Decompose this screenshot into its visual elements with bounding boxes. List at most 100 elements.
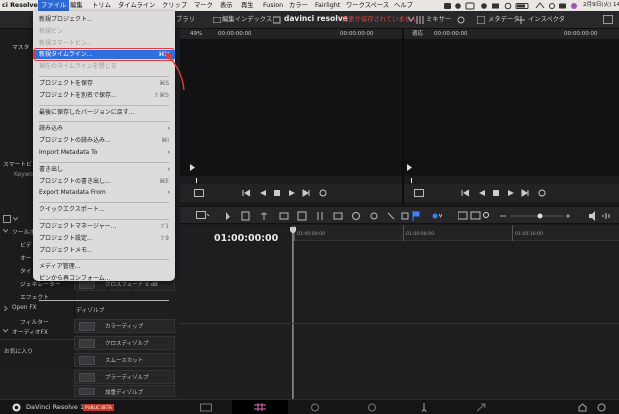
toolbox-item[interactable]: ツールボ xyxy=(12,227,35,236)
file-menu-item[interactable]: 最後に保存したバージョンに戻す... xyxy=(33,108,175,117)
menu-clip[interactable]: クリップ xyxy=(162,0,187,11)
source-zoom[interactable]: 49% xyxy=(190,29,202,39)
file-menu-item[interactable]: 新規プロジェクト... xyxy=(33,15,175,24)
transport-controls[interactable] xyxy=(241,189,329,197)
zoom-tools[interactable] xyxy=(458,210,490,221)
flag-icon[interactable] xyxy=(412,211,420,221)
file-menu-item[interactable]: 書き出し › xyxy=(33,165,175,174)
file-menu-item[interactable]: クイックエクスポート... xyxy=(33,205,175,214)
tab-metadata[interactable]: メタデータ xyxy=(488,14,519,25)
viewer-mode-icon[interactable] xyxy=(414,189,427,197)
chevron-down-icon[interactable] xyxy=(408,17,414,22)
effect-additive-dissolve[interactable]: 加重ディゾルブ xyxy=(74,385,175,397)
file-menu-item[interactable]: easyDCP › xyxy=(33,303,175,312)
settings-icon[interactable] xyxy=(457,16,465,24)
effect-label: クロスディゾルブ xyxy=(105,341,149,347)
timeline-ruler[interactable]: 01:00:00:00 01:00:08:00 01:00:16:00 xyxy=(292,225,619,241)
file-menu-item[interactable]: プロジェクトメモ... xyxy=(33,246,175,255)
tab-inspector[interactable]: インスペクタ xyxy=(528,14,565,25)
effect-blur-dissolve[interactable]: ブラーディゾルブ xyxy=(74,370,175,384)
transport-controls[interactable] xyxy=(460,189,548,197)
menu-fusion[interactable]: Fusion xyxy=(263,0,283,11)
menu-separator xyxy=(39,76,169,77)
file-menu-item[interactable]: ビンから再コンフォーム... xyxy=(33,274,175,283)
tab-edit-index[interactable]: 編集インデックス xyxy=(222,14,272,25)
timeline-current-timecode[interactable]: 01:00:00:00 xyxy=(214,233,278,244)
source-viewer-header: 49% 00:00:00:00 00:00:00:00 xyxy=(180,29,402,39)
file-menu-item[interactable]: プロジェクトを別名で保存... ⇧⌘S xyxy=(33,91,175,100)
file-menu-item[interactable]: プロジェクト設定... ⇧9 xyxy=(33,234,175,243)
menu-separator xyxy=(39,299,169,301)
timeline-panel[interactable]: 01:00:00:00 01:00:00:00 01:00:08:00 01:0… xyxy=(180,225,619,399)
menu-edit[interactable]: 編集 xyxy=(70,0,83,11)
menubar-status-icons[interactable] xyxy=(444,2,604,10)
menu-item-label: Import Metadata To xyxy=(39,149,98,156)
tree-item-video[interactable]: ビデ xyxy=(20,240,32,249)
file-menu-item[interactable]: メディアストレージから再コンフォーム... xyxy=(33,286,175,295)
effect-dip-to-color[interactable]: カラーディップ xyxy=(74,319,175,333)
chevron-right-icon[interactable] xyxy=(4,306,8,311)
zoom-slider[interactable] xyxy=(500,212,570,220)
color-page-icon[interactable] xyxy=(367,403,377,412)
timeline-viewer[interactable] xyxy=(404,39,619,176)
effect-label: スムースカット xyxy=(105,358,144,364)
tree-item-titles[interactable]: タイ xyxy=(20,266,32,275)
file-menu-item[interactable]: Export Metadata From › xyxy=(33,188,175,197)
deliver-page-icon[interactable] xyxy=(476,403,486,412)
tree-item-filters[interactable]: フィルター xyxy=(20,317,49,326)
menu-view[interactable]: 表示 xyxy=(220,0,233,11)
source-viewer[interactable] xyxy=(180,39,402,176)
file-menu-item[interactable]: 読み込み › xyxy=(33,124,175,133)
layout-icon[interactable] xyxy=(196,211,210,220)
home-icon[interactable] xyxy=(578,403,587,412)
tab-media-pool[interactable]: ブラリ xyxy=(176,14,195,25)
file-menu-item[interactable]: プロジェクトの読み込み... ⌘I xyxy=(33,136,175,145)
menu-mark[interactable]: マーク xyxy=(194,0,213,11)
menu-item-label: プロジェクトメモ... xyxy=(39,246,93,254)
menu-item-label: プロジェクトを保存 xyxy=(39,80,94,87)
keywords-bin[interactable]: Keywo xyxy=(14,172,33,178)
panel-toggle-icon[interactable] xyxy=(603,15,613,24)
master-bin[interactable]: マスタ xyxy=(12,42,29,51)
effect-cross-dissolve[interactable]: クロスディゾルブ xyxy=(74,336,175,350)
file-menu-item[interactable]: プロジェクトの書き出し... ⌘E xyxy=(33,177,175,186)
audio-fx-item[interactable]: オーディオFX xyxy=(12,327,48,336)
audio-controls[interactable] xyxy=(588,211,612,221)
app-menu[interactable]: ci Resolve xyxy=(2,0,38,11)
panel-icon[interactable] xyxy=(3,215,11,223)
menu-item-label: メディアストレージから再コンフォーム... xyxy=(39,287,152,294)
media-page-icon[interactable] xyxy=(200,403,212,412)
menu-fairlight[interactable]: Fairlight xyxy=(315,0,340,11)
file-menu-item[interactable]: プロジェクトを保存 ⌘S xyxy=(33,79,175,88)
unsaved-warning: 変更が保存されていません xyxy=(342,16,418,23)
file-menu-item[interactable]: メディア管理... xyxy=(33,262,175,271)
marker-color-icon[interactable] xyxy=(432,213,442,219)
menu-item-label: プロジェクト設定... xyxy=(39,234,93,242)
fusion-page-icon[interactable] xyxy=(310,403,320,412)
timeline-scrubber[interactable] xyxy=(404,176,619,184)
viewer-mode-icon[interactable] xyxy=(194,189,207,197)
fairlight-page-icon[interactable] xyxy=(422,403,430,412)
settings-gear-icon[interactable] xyxy=(597,403,606,412)
source-scrubber[interactable] xyxy=(180,176,402,184)
tab-mixer[interactable]: ミキサー xyxy=(426,14,451,25)
chevron-down-icon[interactable] xyxy=(3,229,8,233)
file-menu-item[interactable]: プロジェクトマネージャー... ⇧1 xyxy=(33,222,175,231)
menu-playback[interactable]: 再生 xyxy=(241,0,254,11)
effect-smooth-cut[interactable]: スムースカット xyxy=(74,353,175,367)
menu-trim[interactable]: トリム xyxy=(92,0,111,11)
timeline-transport xyxy=(404,184,619,202)
menu-timeline[interactable]: タイムライン xyxy=(118,0,155,11)
tree-item-audio[interactable]: オー xyxy=(20,253,32,262)
menu-color[interactable]: カラー xyxy=(289,0,308,11)
menu-workspace[interactable]: ワークスペース xyxy=(346,0,389,11)
chevron-down-icon[interactable] xyxy=(3,329,8,333)
edit-page-tab[interactable] xyxy=(232,400,288,414)
edit-tools[interactable] xyxy=(224,211,410,221)
menu-help[interactable]: ヘルプ xyxy=(394,0,413,11)
timeline-fit[interactable]: 適応 xyxy=(412,29,423,39)
file-menu-item[interactable]: Import Metadata To › xyxy=(33,148,175,157)
menu-file[interactable]: ファイル xyxy=(38,0,70,11)
playhead[interactable] xyxy=(289,227,297,399)
chevron-down-icon[interactable] xyxy=(13,217,18,221)
